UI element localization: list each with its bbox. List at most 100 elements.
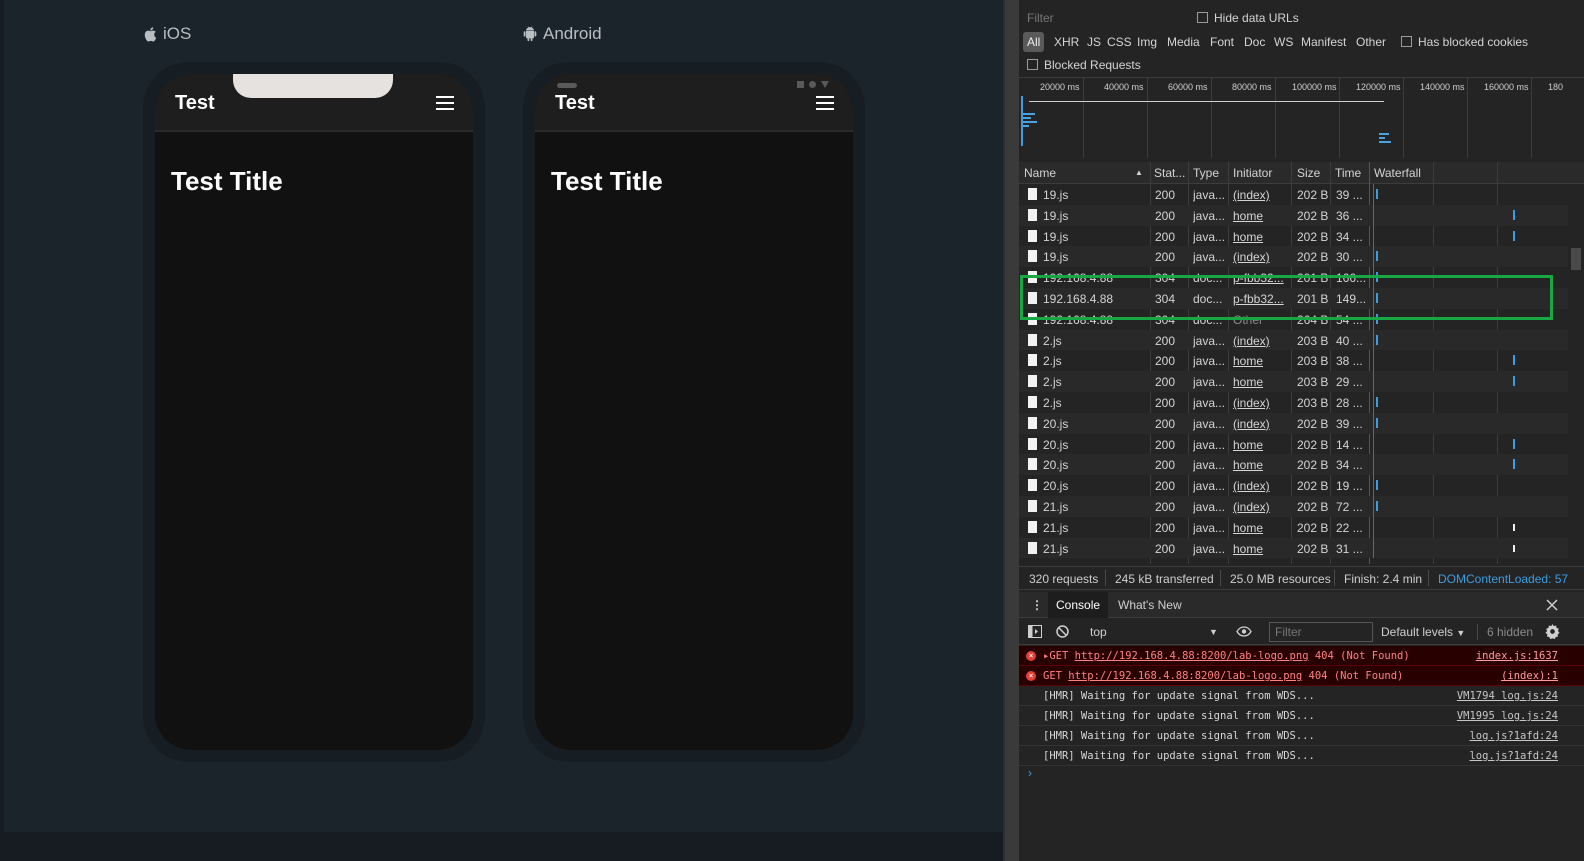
table-row[interactable]: 19.js 200 java... home 202 B 36 ... [1019,204,1568,226]
request-url-link[interactable]: http://192.168.4.88:8200/lab-logo.png [1075,650,1309,662]
source-link[interactable]: log.js?1afd:24 [1469,746,1558,766]
gear-icon[interactable] [1545,624,1560,639]
console-prompt-icon[interactable]: › [1028,766,1032,780]
has-blocked-cookies-checkbox[interactable]: Has blocked cookies [1401,35,1528,49]
cell-initiator[interactable]: (index) [1233,188,1270,202]
network-filter-input[interactable]: Filter [1023,8,1183,28]
tab-console[interactable]: Console [1048,592,1109,618]
cell-initiator[interactable]: (index) [1233,250,1270,264]
type-filter-img[interactable]: Img [1137,35,1157,49]
cell-initiator[interactable]: (index) [1233,500,1270,514]
table-row[interactable]: 20.js 200 java... (index) 202 B 19 ... [1019,475,1568,496]
column-type[interactable]: Type [1193,166,1219,180]
source-link[interactable]: log.js?1afd:24 [1469,726,1558,746]
table-row[interactable]: 20.js 200 java... home 202 B 14 ... [1019,433,1568,455]
console-error-message[interactable]: × ▸GET http://192.168.4.88:8200/lab-logo.… [1019,646,1584,666]
cell-initiator[interactable]: home [1233,458,1263,472]
scroll-thumb[interactable] [1571,248,1581,270]
cell-initiator[interactable]: (index) [1233,479,1270,493]
cell-status: 200 [1155,208,1176,223]
cell-initiator[interactable]: home [1233,375,1263,389]
table-row[interactable]: 19.js 200 java... (index) 202 B 30 ... [1019,246,1568,268]
log-levels-dropdown[interactable]: Default levels ▼ [1381,625,1465,639]
eye-icon[interactable] [1236,626,1252,637]
column-time[interactable]: Time [1335,166,1361,180]
table-row[interactable]: 21.js 200 java... (index) 202 B 72 ... [1019,495,1568,517]
table-row[interactable]: 21.js 200 java... home 202 B 31 ... [1019,537,1568,559]
column-status[interactable]: Stat... [1154,166,1185,180]
cell-size: 202 B [1297,458,1329,473]
waterfall-bar [1513,355,1515,366]
source-link[interactable]: (index):1 [1501,666,1558,686]
source-link[interactable]: VM1794 log.js:24 [1457,686,1558,706]
type-filter-other[interactable]: Other [1356,35,1386,49]
table-row[interactable]: 2.js 200 java... (index) 203 B 40 ... [1019,329,1568,351]
table-row[interactable]: 19.js 200 java... (index) 202 B 39 ... [1019,184,1568,205]
column-waterfall[interactable]: Waterfall [1374,166,1421,180]
console-log-message[interactable]: [HMR] Waiting for update signal from WDS… [1019,706,1584,726]
file-icon [1028,479,1037,492]
clear-console-icon[interactable] [1056,625,1069,638]
checkbox-icon[interactable] [1027,59,1038,70]
table-row[interactable]: 2.js 200 java... home 203 B 29 ... [1019,371,1568,392]
cell-initiator[interactable]: home [1233,209,1263,223]
close-drawer-icon[interactable] [1546,599,1558,611]
android-page-title: Test Title [551,166,663,196]
console-log-message[interactable]: [HMR] Waiting for update signal from WDS… [1019,726,1584,746]
cell-initiator[interactable]: (index) [1233,417,1270,431]
cell-initiator[interactable]: home [1233,438,1263,452]
table-row[interactable]: 21.js 200 java... home 202 B 22 ... [1019,516,1568,538]
console-log-message[interactable]: [HMR] Waiting for update signal from WDS… [1019,746,1584,766]
type-filter-font[interactable]: Font [1210,35,1234,49]
type-filter-all[interactable]: All [1023,32,1045,52]
console-filter-input[interactable]: Filter [1269,622,1373,642]
chevron-down-icon[interactable]: ▼ [1209,627,1218,637]
hide-data-urls-checkbox[interactable]: Hide data URLs [1197,11,1299,25]
network-overview-timeline[interactable]: 20000 ms 40000 ms 60000 ms 80000 ms 1000… [1019,78,1584,158]
drawer-menu-icon[interactable]: ⋮ [1031,598,1043,612]
type-filter-js[interactable]: JS [1087,35,1101,49]
cell-name: 19.js [1043,250,1069,265]
android-menu-button[interactable] [816,96,834,110]
type-filter-xhr[interactable]: XHR [1054,35,1079,49]
console-log-message[interactable]: [HMR] Waiting for update signal from WDS… [1019,686,1584,706]
cell-initiator[interactable]: (index) [1233,334,1270,348]
ios-menu-button[interactable] [436,96,454,110]
network-request-list[interactable]: 19.js 200 java... (index) 202 B 39 ... 19.js 20… [1019,184,1568,564]
android-platform-label: Android [523,24,602,44]
source-link[interactable]: VM1995 log.js:24 [1457,706,1558,726]
table-row[interactable]: 20.js 200 java... home 202 B 34 ... [1019,454,1568,476]
column-initiator[interactable]: Initiator [1233,166,1272,180]
console-error-message[interactable]: × GET http://192.168.4.88:8200/lab-logo.p… [1019,666,1584,686]
type-filter-manifest[interactable]: Manifest [1301,35,1346,49]
column-size[interactable]: Size [1297,166,1320,180]
cell-name: 19.js [1043,208,1069,223]
cell-initiator[interactable]: home [1233,230,1263,244]
type-filter-doc[interactable]: Doc [1244,35,1265,49]
table-row[interactable]: 19.js 200 java... home 202 B 34 ... [1019,225,1568,247]
source-link[interactable]: index.js:1637 [1476,646,1558,666]
column-name[interactable]: Name [1024,166,1056,180]
request-url-link[interactable]: http://192.168.4.88:8200/lab-logo.png [1068,670,1302,682]
blocked-requests-checkbox[interactable]: Blocked Requests [1027,58,1141,72]
cell-initiator[interactable]: home [1233,354,1263,368]
type-filter-css[interactable]: CSS [1107,35,1132,49]
drawer-tabbar: ⋮ Console What's New [1019,592,1584,618]
table-row[interactable]: 2.js 200 java... home 203 B 38 ... [1019,350,1568,372]
cell-initiator[interactable]: (index) [1233,396,1270,410]
type-filter-ws[interactable]: WS [1274,35,1293,49]
cell-size: 203 B [1297,395,1329,410]
table-row[interactable]: 2.js 200 java... (index) 203 B 28 ... [1019,391,1568,413]
cell-status: 200 [1155,541,1176,556]
checkbox-icon[interactable] [1197,12,1208,23]
network-list-scrollbar[interactable] [1568,184,1584,564]
panel-splitter[interactable] [1005,0,1019,861]
checkbox-icon[interactable] [1401,36,1412,47]
sidebar-toggle-icon[interactable] [1028,625,1042,638]
type-filter-media[interactable]: Media [1167,35,1200,49]
context-selector[interactable]: top [1090,625,1107,639]
cell-initiator[interactable]: home [1233,521,1263,535]
cell-initiator[interactable]: home [1233,542,1263,556]
table-row[interactable]: 20.js 200 java... (index) 202 B 39 ... [1019,412,1568,434]
tab-whats-new[interactable]: What's New [1118,598,1182,612]
